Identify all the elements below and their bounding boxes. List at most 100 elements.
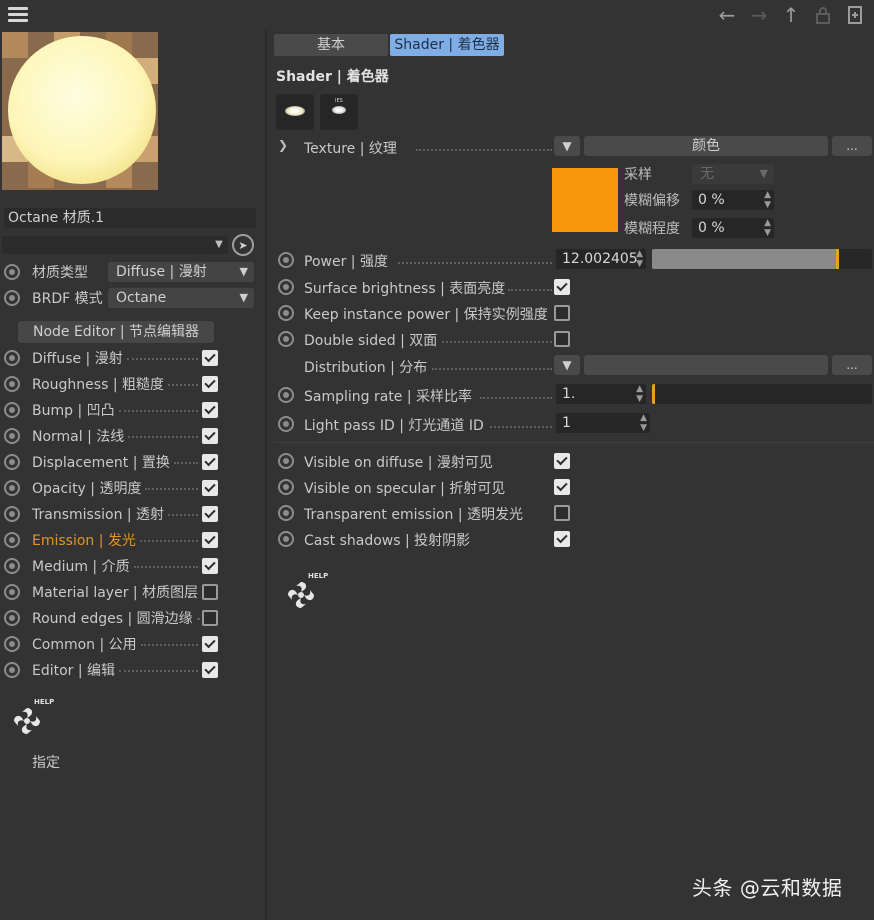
channel-row[interactable]: Material layer | 材质图层 (0, 581, 262, 603)
blur-scale-field[interactable]: 0 % ▲ ▼ (692, 218, 774, 238)
channel-checkbox[interactable] (202, 376, 218, 392)
channel-label[interactable]: Displacement | 置换 (32, 452, 170, 472)
back-arrow-icon[interactable]: ← (716, 3, 738, 27)
new-window-icon[interactable] (844, 3, 866, 27)
help-button[interactable]: HELP (10, 698, 60, 738)
animate-radio[interactable] (4, 376, 20, 392)
spinner-icon[interactable]: ▲ ▼ (636, 384, 643, 404)
channel-row[interactable]: Common | 公用 (0, 633, 262, 655)
material-select[interactable]: ▼ (2, 236, 228, 254)
sampling-rate-field[interactable]: 1. ▲ ▼ (556, 384, 646, 404)
animate-radio[interactable] (278, 453, 294, 469)
channel-row[interactable]: Transmission | 透射 (0, 503, 262, 525)
visibility-checkbox[interactable] (554, 531, 570, 547)
channel-checkbox[interactable] (202, 402, 218, 418)
channel-checkbox[interactable] (202, 506, 218, 522)
channel-row[interactable]: Medium | 介质 (0, 555, 262, 577)
visibility-checkbox[interactable] (554, 505, 570, 521)
animate-radio[interactable] (278, 479, 294, 495)
power-slider-knob[interactable] (836, 249, 839, 269)
channel-row[interactable]: Emission | 发光 (0, 529, 262, 551)
channel-row[interactable]: Normal | 法线 (0, 425, 262, 447)
channel-checkbox[interactable] (202, 480, 218, 496)
channel-row[interactable]: Opacity | 透明度 (0, 477, 262, 499)
blur-offset-field[interactable]: 0 % ▲ ▼ (692, 190, 774, 210)
channel-label[interactable]: Emission | 发光 (32, 530, 136, 550)
channel-label[interactable]: Medium | 介质 (32, 556, 130, 576)
channel-label[interactable]: Material layer | 材质图层 (32, 582, 198, 602)
channel-checkbox[interactable] (202, 428, 218, 444)
keep-instance-power-checkbox[interactable] (554, 305, 570, 321)
texture-more-button[interactable]: ... (832, 136, 872, 156)
animate-radio[interactable] (278, 387, 294, 403)
animate-radio[interactable] (278, 531, 294, 547)
animate-radio[interactable] (4, 480, 20, 496)
animate-radio[interactable] (4, 610, 20, 626)
sampling-dropdown[interactable]: 无 ▼ (692, 164, 774, 184)
animate-radio[interactable] (4, 558, 20, 574)
material-type-dropdown[interactable]: Diffuse | 漫射 ▼ (108, 262, 254, 282)
sampling-rate-slider-knob[interactable] (652, 384, 655, 404)
help-button[interactable]: HELP (284, 572, 334, 612)
tab-shader[interactable]: Shader | 着色器 (390, 34, 504, 56)
distribution-menu-button[interactable]: ▼ (554, 355, 580, 375)
texture-menu-button[interactable]: ▼ (554, 136, 580, 156)
power-field[interactable]: 12.002405 ▲ ▼ (556, 249, 646, 269)
sampling-rate-slider[interactable] (652, 384, 872, 404)
animate-radio[interactable] (278, 505, 294, 521)
assign-label[interactable]: 指定 (32, 752, 60, 772)
animate-radio[interactable] (4, 428, 20, 444)
texture-color-button[interactable]: 颜色 (584, 136, 828, 156)
channel-checkbox[interactable] (202, 662, 218, 678)
animate-radio[interactable] (4, 402, 20, 418)
animate-radio[interactable] (4, 506, 20, 522)
animate-radio[interactable] (4, 532, 20, 548)
channel-row[interactable]: Bump | 凹凸 (0, 399, 262, 421)
menu-icon[interactable] (8, 7, 28, 23)
animate-radio[interactable] (4, 264, 20, 280)
channel-checkbox[interactable] (202, 636, 218, 652)
channel-checkbox[interactable] (202, 454, 218, 470)
channel-label[interactable]: Common | 公用 (32, 634, 137, 654)
tab-basic[interactable]: 基本 (274, 34, 388, 56)
animate-radio[interactable] (278, 305, 294, 321)
animate-radio[interactable] (278, 416, 294, 432)
channel-label[interactable]: Normal | 法线 (32, 426, 124, 446)
up-arrow-icon[interactable]: ↑ (780, 3, 802, 27)
lock-icon[interactable] (812, 3, 834, 27)
channel-row[interactable]: Roughness | 粗糙度 (0, 373, 262, 395)
channel-checkbox[interactable] (202, 610, 218, 626)
channel-label[interactable]: Opacity | 透明度 (32, 478, 141, 498)
animate-radio[interactable] (4, 636, 20, 652)
channel-label[interactable]: Bump | 凹凸 (32, 400, 115, 420)
node-editor-button[interactable]: Node Editor | 节点编辑器 (18, 321, 214, 343)
distribution-shader-button[interactable] (584, 355, 828, 375)
light-pass-id-field[interactable]: 1 ▲ ▼ (556, 413, 650, 433)
channel-label[interactable]: Editor | 编辑 (32, 660, 115, 680)
channel-row[interactable]: Round edges | 圆滑边缘 (0, 607, 262, 629)
channel-label[interactable]: Transmission | 透射 (32, 504, 164, 524)
animate-radio[interactable] (278, 279, 294, 295)
pick-material-icon[interactable]: ➤ (232, 234, 254, 256)
channel-label[interactable]: Roughness | 粗糙度 (32, 374, 164, 394)
channel-checkbox[interactable] (202, 532, 218, 548)
material-name-field[interactable]: Octane 材质.1 (4, 208, 256, 228)
color-swatch[interactable] (552, 168, 618, 232)
spinner-icon[interactable]: ▲ ▼ (636, 249, 643, 269)
spinner-icon[interactable]: ▲ ▼ (764, 218, 771, 238)
channel-row[interactable]: Displacement | 置换 (0, 451, 262, 473)
double-sided-checkbox[interactable] (554, 331, 570, 347)
surface-brightness-checkbox[interactable] (554, 279, 570, 295)
channel-checkbox[interactable] (202, 558, 218, 574)
animate-radio[interactable] (4, 290, 20, 306)
distribution-more-button[interactable]: ... (832, 355, 872, 375)
visibility-checkbox[interactable] (554, 479, 570, 495)
chevron-right-icon[interactable]: ❯ (278, 138, 288, 152)
brdf-mode-dropdown[interactable]: Octane ▼ (108, 288, 254, 308)
channel-checkbox[interactable] (202, 350, 218, 366)
animate-radio[interactable] (4, 662, 20, 678)
visibility-checkbox[interactable] (554, 453, 570, 469)
channel-checkbox[interactable] (202, 584, 218, 600)
spinner-icon[interactable]: ▲ ▼ (640, 413, 647, 433)
channel-label[interactable]: Round edges | 圆滑边缘 (32, 608, 193, 628)
